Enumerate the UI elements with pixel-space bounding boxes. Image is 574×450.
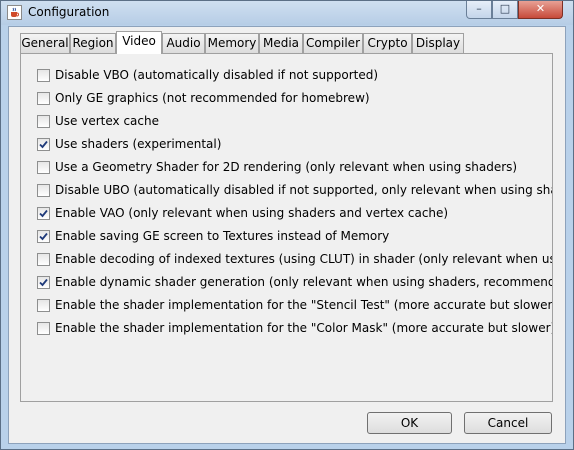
tab-compiler[interactable]: Compiler <box>303 33 363 53</box>
cancel-button[interactable]: Cancel <box>464 412 552 434</box>
tab-region[interactable]: Region <box>70 33 116 53</box>
checkbox[interactable] <box>37 92 50 105</box>
maximize-button[interactable]: □ <box>492 1 518 19</box>
java-cup-icon <box>7 5 22 20</box>
option-save-ge-to-textures[interactable]: Enable saving GE screen to Textures inst… <box>37 228 552 246</box>
ok-button[interactable]: OK <box>367 412 452 434</box>
option-label: Use vertex cache <box>55 114 159 128</box>
tab-general[interactable]: General <box>20 33 70 53</box>
option-only-ge-graphics[interactable]: Only GE graphics (not recommended for ho… <box>37 90 552 108</box>
checkbox[interactable] <box>37 69 50 82</box>
option-shader-stencil-test[interactable]: Enable the shader implementation for the… <box>37 297 553 315</box>
tab-video[interactable]: Video <box>116 31 162 54</box>
title-bar[interactable]: Configuration – □ ✕ <box>1 1 573 25</box>
option-disable-vbo[interactable]: Disable VBO (automatically disabled if n… <box>37 67 552 85</box>
dialog-body: General Region Video Audio Memory Media … <box>8 26 566 444</box>
option-label: Use a Geometry Shader for 2D rendering (… <box>55 160 518 174</box>
checkmark-icon <box>39 209 48 218</box>
option-label: Disable VBO (automatically disabled if n… <box>55 68 379 82</box>
option-use-shaders[interactable]: Use shaders (experimental) <box>37 136 552 154</box>
configuration-window: Configuration – □ ✕ General Region Video… <box>0 0 574 450</box>
option-label: Enable the shader implementation for the… <box>55 298 553 312</box>
window-title: Configuration <box>28 5 110 19</box>
option-enable-vao[interactable]: Enable VAO (only relevant when using sha… <box>37 205 552 223</box>
option-label: Enable decoding of indexed textures (usi… <box>55 252 553 266</box>
option-decode-indexed-textures[interactable]: Enable decoding of indexed textures (usi… <box>37 251 553 269</box>
checkbox[interactable] <box>37 115 50 128</box>
option-label: Enable saving GE screen to Textures inst… <box>55 229 390 243</box>
checkmark-icon <box>39 278 48 287</box>
checkbox[interactable] <box>37 184 50 197</box>
checkmark-icon <box>39 232 48 241</box>
video-settings-panel: Disable VBO (automatically disabled if n… <box>20 53 553 402</box>
checkbox[interactable] <box>37 207 50 220</box>
checkbox[interactable] <box>37 276 50 289</box>
tab-crypto[interactable]: Crypto <box>363 33 412 53</box>
minimize-button[interactable]: – <box>466 1 492 19</box>
option-geometry-shader[interactable]: Use a Geometry Shader for 2D rendering (… <box>37 159 552 177</box>
close-button[interactable]: ✕ <box>518 1 563 19</box>
checkbox[interactable] <box>37 253 50 266</box>
checkbox[interactable] <box>37 299 50 312</box>
option-label: Disable UBO (automatically disabled if n… <box>55 183 553 197</box>
option-label: Enable VAO (only relevant when using sha… <box>55 206 449 220</box>
option-dynamic-shader-generation[interactable]: Enable dynamic shader generation (only r… <box>37 274 553 292</box>
checkbox[interactable] <box>37 161 50 174</box>
option-use-vertex-cache[interactable]: Use vertex cache <box>37 113 552 131</box>
option-label: Use shaders (experimental) <box>55 137 222 151</box>
checkbox[interactable] <box>37 322 50 335</box>
tab-display[interactable]: Display <box>412 33 464 53</box>
checkbox[interactable] <box>37 138 50 151</box>
tab-audio[interactable]: Audio <box>162 33 205 53</box>
option-label: Enable the shader implementation for the… <box>55 321 553 335</box>
checkbox[interactable] <box>37 230 50 243</box>
option-shader-color-mask[interactable]: Enable the shader implementation for the… <box>37 320 553 338</box>
tab-media[interactable]: Media <box>259 33 303 53</box>
option-label: Only GE graphics (not recommended for ho… <box>55 91 370 105</box>
checkmark-icon <box>39 140 48 149</box>
option-label: Enable dynamic shader generation (only r… <box>55 275 553 289</box>
tab-memory[interactable]: Memory <box>205 33 259 53</box>
option-disable-ubo[interactable]: Disable UBO (automatically disabled if n… <box>37 182 553 200</box>
